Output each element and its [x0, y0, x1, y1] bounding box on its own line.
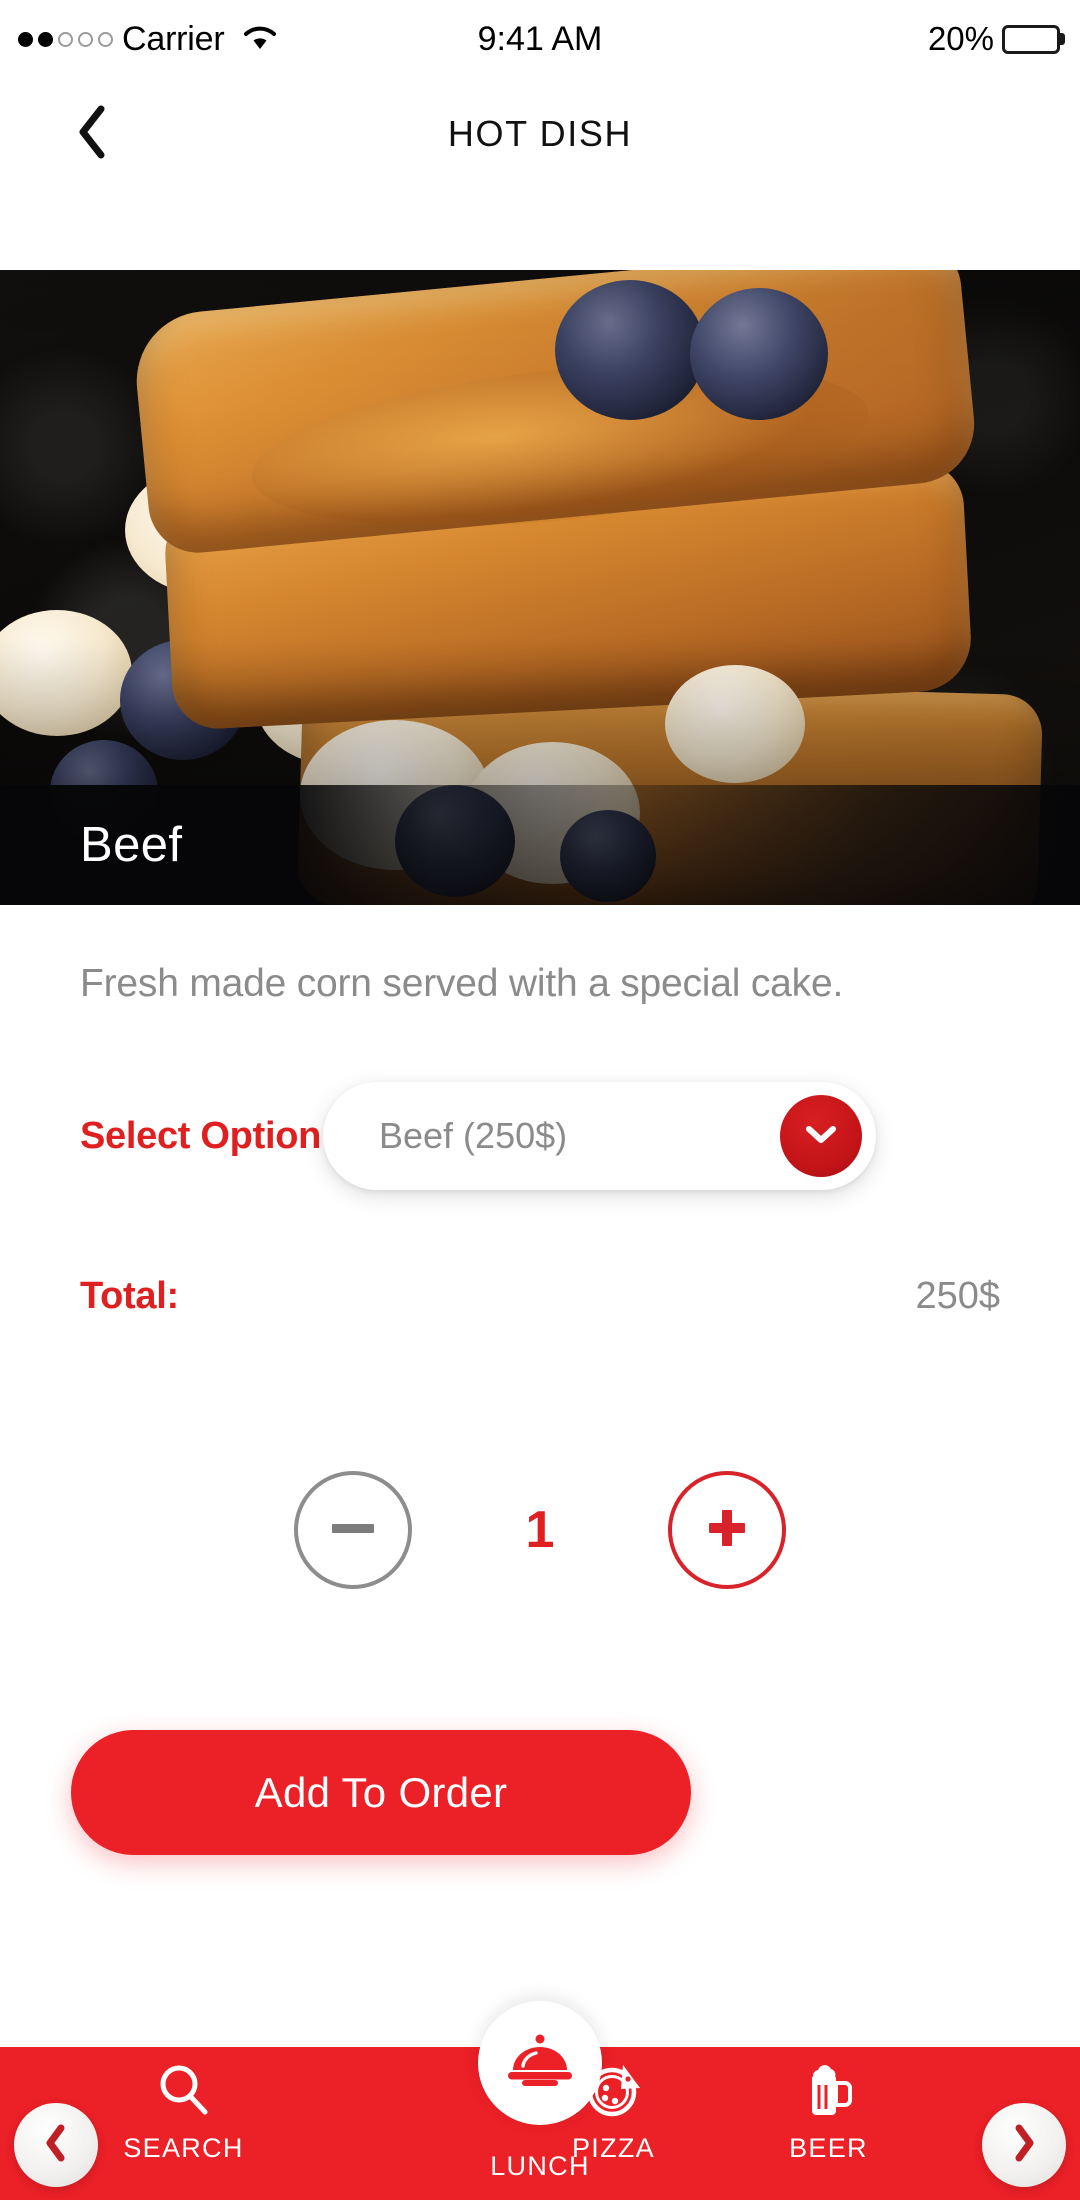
select-option-row: Select Option Beef (250$)	[80, 1082, 1000, 1190]
navigation-bar: HOT DISH	[0, 78, 1080, 190]
select-option-label: Select Option	[80, 1114, 322, 1157]
status-bar-right: 20%	[928, 20, 1060, 58]
increase-quantity-button[interactable]	[668, 1471, 786, 1589]
total-row: Total: 250$	[80, 1275, 1000, 1318]
tab-lunch-label: LUNCH	[490, 2151, 590, 2181]
app-screen: Carrier 9:41 AM 20% HOT DISH Beef Fresh …	[0, 0, 1080, 2200]
option-dropdown[interactable]: Beef (250$)	[323, 1082, 876, 1190]
dish-description: Fresh made corn served with a special ca…	[80, 962, 844, 1005]
add-to-order-button[interactable]: Add To Order	[71, 1730, 691, 1855]
tab-search-label: SEARCH	[123, 2133, 244, 2163]
add-to-order-label: Add To Order	[254, 1768, 508, 1816]
tab-beer-label: BEER	[789, 2133, 868, 2163]
quantity-stepper: 1	[0, 1440, 1080, 1620]
tabbar-next-button[interactable]	[982, 2103, 1066, 2187]
option-dropdown-value: Beef (250$)	[379, 1115, 568, 1156]
beer-mug-icon	[800, 2059, 858, 2121]
dish-title-overlay: Beef	[0, 785, 1080, 905]
minus-icon	[330, 1521, 376, 1540]
chevron-down-icon	[804, 1123, 838, 1150]
tab-beer[interactable]: BEER	[721, 2047, 936, 2164]
quantity-value: 1	[525, 1501, 555, 1559]
option-dropdown-toggle[interactable]	[780, 1095, 862, 1177]
plus-icon	[705, 1506, 749, 1555]
clock: 9:41 AM	[477, 19, 603, 58]
decrease-quantity-button[interactable]	[294, 1471, 412, 1589]
status-bar: Carrier 9:41 AM 20%	[0, 0, 1080, 78]
battery-percent-label: 20%	[927, 20, 994, 57]
cloche-icon	[505, 2030, 575, 2097]
chevron-right-icon	[1011, 2124, 1037, 2167]
dish-name: Beef	[80, 818, 183, 872]
chevron-left-icon	[75, 104, 109, 165]
page-title: HOT DISH	[447, 113, 633, 154]
battery-icon	[1002, 24, 1060, 54]
total-value: 250$	[915, 1275, 1000, 1317]
tab-search[interactable]: SEARCH	[76, 2047, 291, 2164]
dish-hero-image: Beef	[0, 270, 1080, 905]
search-icon	[155, 2059, 213, 2121]
total-label: Total:	[80, 1275, 179, 1317]
back-button[interactable]	[62, 104, 122, 164]
tab-lunch-button[interactable]	[478, 2001, 602, 2125]
